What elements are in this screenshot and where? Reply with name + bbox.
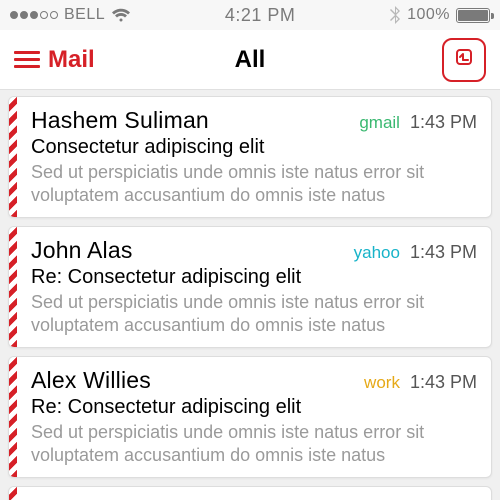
menu-icon[interactable]	[14, 51, 40, 68]
message-sender: Hashem Suliman	[31, 107, 209, 134]
bluetooth-icon	[389, 6, 401, 24]
message-sender: John Alas	[31, 237, 133, 264]
message-time: 1:43 PM	[410, 242, 477, 263]
unread-stripe-icon	[9, 227, 17, 347]
message-preview: Sed ut perspiciatis unde omnis iste natu…	[31, 421, 477, 466]
status-left: BELL	[10, 6, 131, 24]
wifi-icon	[111, 8, 131, 23]
battery-icon	[456, 8, 490, 23]
page-title: All	[235, 46, 266, 74]
message-card[interactable]: Hashem Suliman gmail 1:43 PM Consectetur…	[8, 486, 492, 500]
message-subject: Re: Consectetur adipiscing elit	[31, 396, 477, 419]
unread-stripe-icon	[9, 357, 17, 477]
status-bar: BELL 4:21 PM 100%	[0, 0, 500, 30]
compose-icon	[452, 45, 476, 74]
battery-percent: 100%	[407, 6, 450, 24]
signal-strength-icon	[10, 11, 58, 19]
unread-stripe-icon	[9, 487, 17, 500]
carrier-label: BELL	[64, 6, 105, 24]
nav-left[interactable]: Mail	[14, 46, 95, 74]
message-card[interactable]: Alex Willies work 1:43 PM Re: Consectetu…	[8, 356, 492, 478]
account-badge: gmail	[359, 113, 400, 133]
compose-button[interactable]	[442, 38, 486, 82]
message-list[interactable]: Hashem Suliman gmail 1:43 PM Consectetur…	[0, 90, 500, 500]
nav-back-label[interactable]: Mail	[48, 46, 95, 74]
account-badge: yahoo	[354, 243, 400, 263]
message-card[interactable]: Hashem Suliman gmail 1:43 PM Consectetur…	[8, 96, 492, 218]
message-time: 1:43 PM	[410, 112, 477, 133]
status-right: 100%	[389, 6, 490, 24]
message-preview: Sed ut perspiciatis unde omnis iste natu…	[31, 161, 477, 206]
message-card[interactable]: John Alas yahoo 1:43 PM Re: Consectetur …	[8, 226, 492, 348]
status-time: 4:21 PM	[225, 5, 296, 26]
message-preview: Sed ut perspiciatis unde omnis iste natu…	[31, 291, 477, 336]
account-badge: work	[364, 373, 400, 393]
message-time: 1:43 PM	[410, 372, 477, 393]
unread-stripe-icon	[9, 97, 17, 217]
message-subject: Re: Consectetur adipiscing elit	[31, 266, 477, 289]
nav-bar: Mail All	[0, 30, 500, 90]
message-sender: Alex Willies	[31, 367, 151, 394]
message-subject: Consectetur adipiscing elit	[31, 136, 477, 159]
